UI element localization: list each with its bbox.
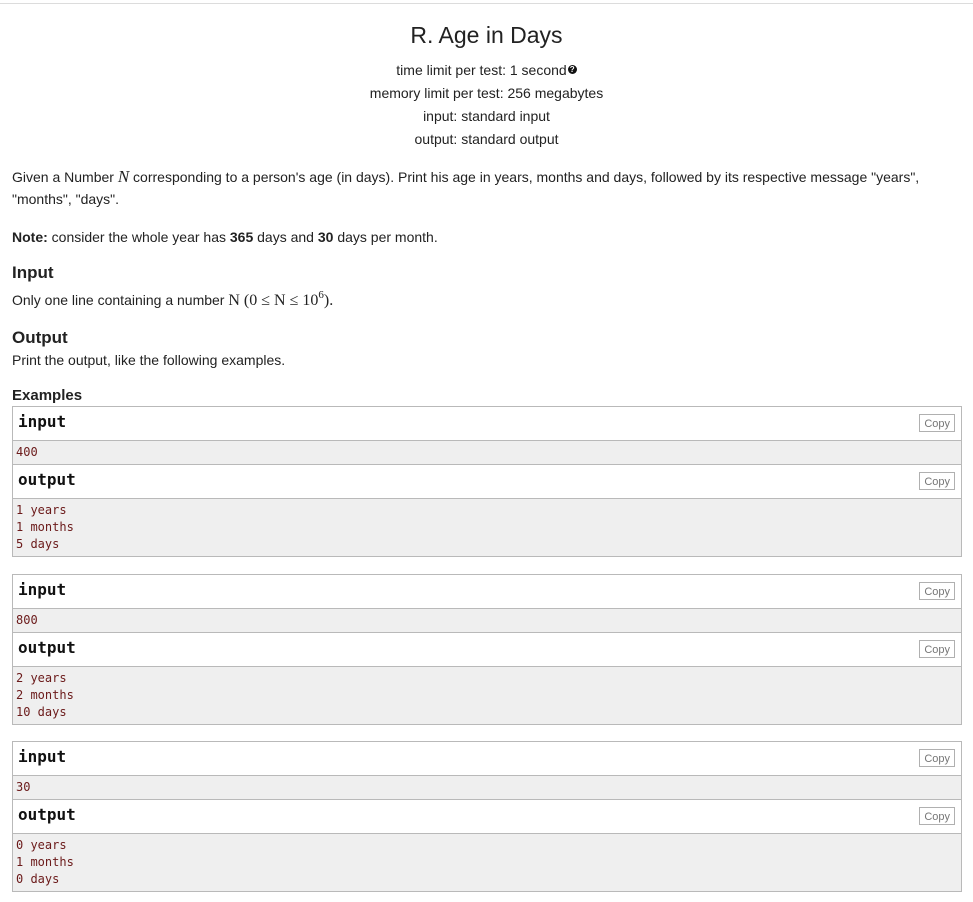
legend-part: corresponding to a person's age (in days…	[12, 169, 920, 207]
input-label: input	[18, 580, 67, 599]
problem-title: R. Age in Days	[410, 22, 563, 48]
constraint-close: ).	[323, 292, 334, 309]
note-part: consider the whole year has	[47, 229, 230, 245]
example-output-header: output Copy	[13, 800, 961, 834]
input-section-title: Input	[12, 263, 54, 282]
example-2: input Copy 800 output Copy 2 years 2 mon…	[12, 574, 962, 725]
example-output: 2 years 2 months 10 days	[13, 667, 961, 724]
example-output-header: output Copy	[13, 465, 961, 499]
output-file: output: standard output	[414, 131, 559, 147]
copy-output-button[interactable]: Copy	[919, 472, 955, 490]
example-input-header: input Copy	[13, 742, 961, 776]
example-input: 800	[13, 609, 961, 633]
time-limit: time limit per test: 1 second?	[0, 59, 973, 82]
note-label: Note:	[12, 229, 48, 245]
input-label: input	[18, 412, 67, 431]
example-output: 1 years 1 months 5 days	[13, 499, 961, 556]
input-spec-text: Only one line containing a number	[12, 292, 229, 308]
top-divider	[0, 3, 973, 4]
copy-output-button[interactable]: Copy	[919, 640, 955, 658]
example-input-header: input Copy	[13, 407, 961, 441]
problem-statement: Given a Number N corresponding to a pers…	[12, 166, 962, 406]
input-spec: Only one line containing a number N (0 ≤…	[12, 284, 962, 312]
problem-header: R. Age in Days time limit per test: 1 se…	[0, 20, 973, 151]
copy-input-button[interactable]: Copy	[919, 749, 955, 767]
examples-title: Examples	[12, 387, 83, 404]
example-output-header: output Copy	[13, 633, 961, 667]
example-input-header: input Copy	[13, 575, 961, 609]
example-input: 400	[13, 441, 961, 465]
memory-limit: memory limit per test: 256 megabytes	[369, 85, 604, 101]
note-year-days: 365	[229, 229, 254, 245]
note-month-days: 30	[317, 229, 334, 245]
copy-input-button[interactable]: Copy	[919, 582, 955, 600]
output-label: output	[18, 638, 76, 657]
copy-input-button[interactable]: Copy	[919, 414, 955, 432]
note-text: Note: consider the whole year has 365 da…	[12, 226, 962, 248]
note-part: days and	[253, 229, 318, 245]
input-constraint: N (0 ≤ N ≤ 106).	[228, 289, 334, 309]
math-var: N	[117, 167, 130, 186]
output-label: output	[18, 805, 76, 824]
input-label: input	[18, 747, 67, 766]
example-1: input Copy 400 output Copy 1 years 1 mon…	[12, 406, 962, 557]
copy-output-button[interactable]: Copy	[919, 807, 955, 825]
output-spec: Print the output, like the following exa…	[12, 352, 286, 368]
note-part: days per month.	[333, 229, 438, 245]
help-icon[interactable]: ?	[567, 65, 577, 74]
example-input: 30	[13, 776, 961, 800]
legend-text: Given a Number N corresponding to a pers…	[12, 166, 962, 210]
input-file: input: standard input	[423, 108, 550, 124]
output-section-title: Output	[12, 328, 68, 347]
time-limit-text: time limit per test: 1 second	[396, 62, 567, 78]
legend-part: Given a Number	[12, 169, 118, 185]
example-output: 0 years 1 months 0 days	[13, 834, 961, 891]
constraint-text: N (0 ≤ N ≤ 10	[228, 292, 319, 309]
output-label: output	[18, 470, 76, 489]
example-3: input Copy 30 output Copy 0 years 1 mont…	[12, 741, 962, 892]
